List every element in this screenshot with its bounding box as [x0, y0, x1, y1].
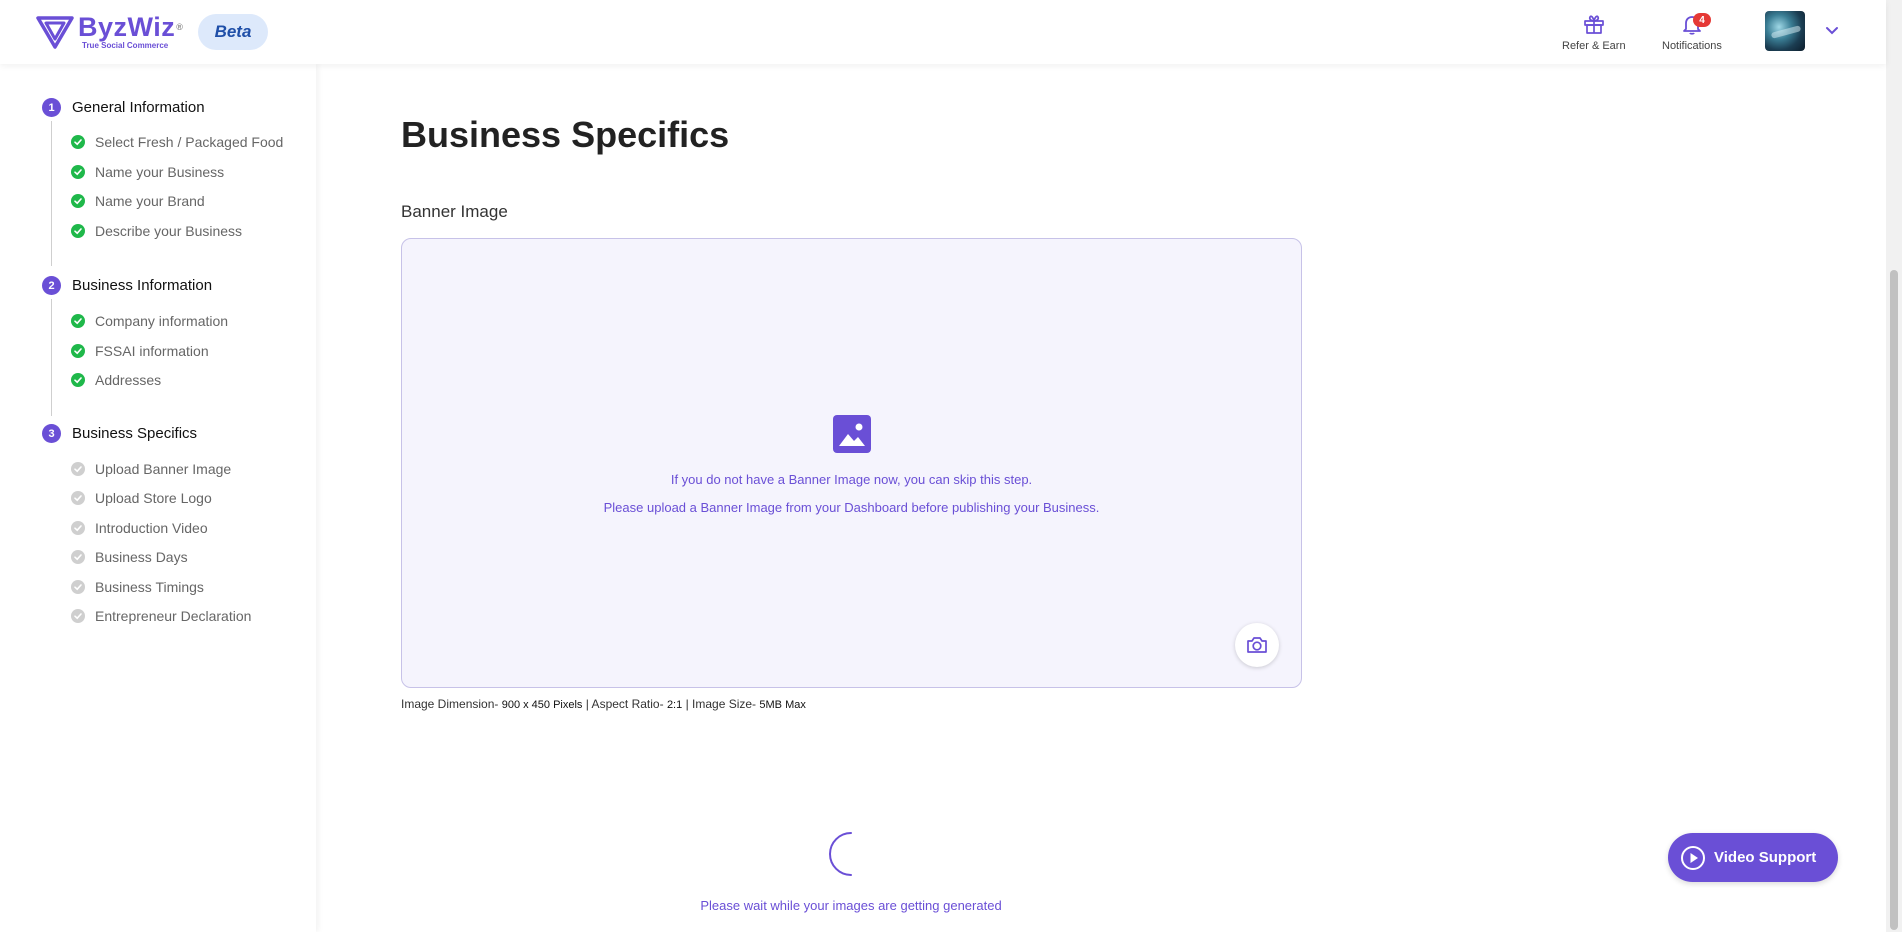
notifications-count-badge: 4 [1693, 13, 1711, 27]
section-rail [51, 299, 52, 416]
logo-registered: ® [176, 22, 184, 32]
loading-spinner-icon [829, 832, 852, 876]
sidebar-step-upload-store-logo[interactable]: Upload Store Logo [71, 490, 212, 506]
banner-image-label: Banner Image [401, 202, 508, 221]
refer-and-earn-button[interactable]: Refer & Earn [1562, 12, 1626, 52]
logo-tagline: True Social Commerce [82, 41, 169, 50]
check-icon [71, 314, 85, 328]
refer-and-earn-label: Refer & Earn [1562, 40, 1626, 52]
sidebar-step-business-timings[interactable]: Business Timings [71, 579, 204, 595]
beta-badge: Beta [198, 14, 268, 50]
logo-name: ByzWiz [78, 12, 176, 42]
step-label: Describe your Business [95, 223, 243, 239]
image-icon [833, 415, 871, 453]
video-support-button[interactable]: Video Support [1668, 833, 1838, 882]
meta-size-label: | Image Size- [682, 697, 760, 711]
check-icon [71, 165, 85, 179]
step-label: Upload Banner Image [95, 461, 232, 477]
image-requirements: Image Dimension- 900 x 450 Pixels | Aspe… [401, 697, 806, 711]
page-title: Business Specifics [401, 114, 730, 155]
notifications-label: Notifications [1662, 40, 1722, 52]
section-title[interactable]: Business Specifics [72, 424, 197, 443]
section-title[interactable]: Business Information [72, 276, 212, 295]
check-icon [71, 224, 85, 238]
chevron-down-icon[interactable] [1824, 22, 1840, 38]
sidebar-step-fssai-information[interactable]: FSSAI information [71, 343, 209, 359]
brand-logo[interactable]: ByzWiz® True Social Commerce [36, 14, 183, 50]
check-icon [71, 491, 85, 505]
top-header: ByzWiz® True Social Commerce Beta Refer … [0, 0, 1886, 64]
sidebar-step-name-business[interactable]: Name your Business [71, 164, 225, 180]
check-icon [71, 462, 85, 476]
sidebar-step-introduction-video[interactable]: Introduction Video [71, 520, 208, 536]
logo-mark-icon [36, 16, 74, 49]
banner-image-dropzone[interactable]: If you do not have a Banner Image now, y… [401, 238, 1302, 688]
step-label: Name your Brand [95, 193, 205, 209]
meta-dimension-value: 900 x 450 Pixels [501, 699, 583, 711]
step-label: Select Fresh / Packaged Food [95, 134, 284, 150]
camera-upload-button[interactable] [1235, 623, 1279, 667]
step-label: Name your Business [95, 164, 225, 180]
check-icon [71, 194, 85, 208]
page-scrollbar[interactable] [1886, 0, 1902, 932]
check-icon [71, 580, 85, 594]
section-number: 2 [42, 276, 61, 295]
sidebar-step-addresses[interactable]: Addresses [71, 372, 162, 388]
dropzone-hint-upload: Please upload a Banner Image from your D… [603, 500, 1100, 515]
sidebar-step-upload-banner-image[interactable]: Upload Banner Image [71, 461, 232, 477]
section-rail [51, 121, 52, 266]
meta-ratio-label: | Aspect Ratio- [582, 697, 667, 711]
check-icon [71, 135, 85, 149]
generating-status-text: Please wait while your images are gettin… [700, 898, 1002, 913]
step-label: Addresses [95, 372, 162, 388]
dropzone-hint-skip: If you do not have a Banner Image now, y… [670, 472, 1033, 487]
step-label: FSSAI information [95, 343, 209, 359]
sidebar-step-entrepreneur-declaration[interactable]: Entrepreneur Declaration [71, 608, 252, 624]
sidebar-step-name-brand[interactable]: Name your Brand [71, 193, 205, 209]
meta-size-value: 5MB Max [759, 699, 806, 711]
step-label: Upload Store Logo [95, 490, 212, 506]
meta-dimension-label: Image Dimension- [401, 697, 502, 711]
sidebar-step-business-days[interactable]: Business Days [71, 549, 188, 565]
check-icon [71, 344, 85, 358]
progress-sidebar: 1 General Information Select Fresh / Pac… [0, 64, 316, 932]
camera-icon [1247, 637, 1267, 653]
scrollbar-thumb[interactable] [1890, 270, 1898, 930]
step-label: Introduction Video [95, 520, 208, 536]
sidebar-step-select-food-type[interactable]: Select Fresh / Packaged Food [71, 134, 284, 150]
sidebar-step-company-information[interactable]: Company information [71, 313, 229, 329]
check-icon [71, 609, 85, 623]
gift-icon [1583, 15, 1604, 34]
step-label: Business Days [95, 549, 188, 565]
notifications-button[interactable]: 4 Notifications [1662, 12, 1722, 52]
section-number: 1 [42, 98, 61, 117]
play-icon [1681, 845, 1705, 870]
step-label: Company information [95, 313, 229, 329]
section-title[interactable]: General Information [72, 98, 205, 117]
avatar[interactable] [1765, 11, 1805, 51]
step-label: Business Timings [95, 579, 204, 595]
check-icon [71, 373, 85, 387]
video-support-label: Video Support [1714, 849, 1817, 866]
check-icon [71, 550, 85, 564]
sidebar-step-describe-business[interactable]: Describe your Business [71, 223, 243, 239]
meta-ratio-value: 2:1 [666, 699, 683, 711]
step-label: Entrepreneur Declaration [95, 608, 252, 624]
check-icon [71, 521, 85, 535]
section-number: 3 [42, 424, 61, 443]
